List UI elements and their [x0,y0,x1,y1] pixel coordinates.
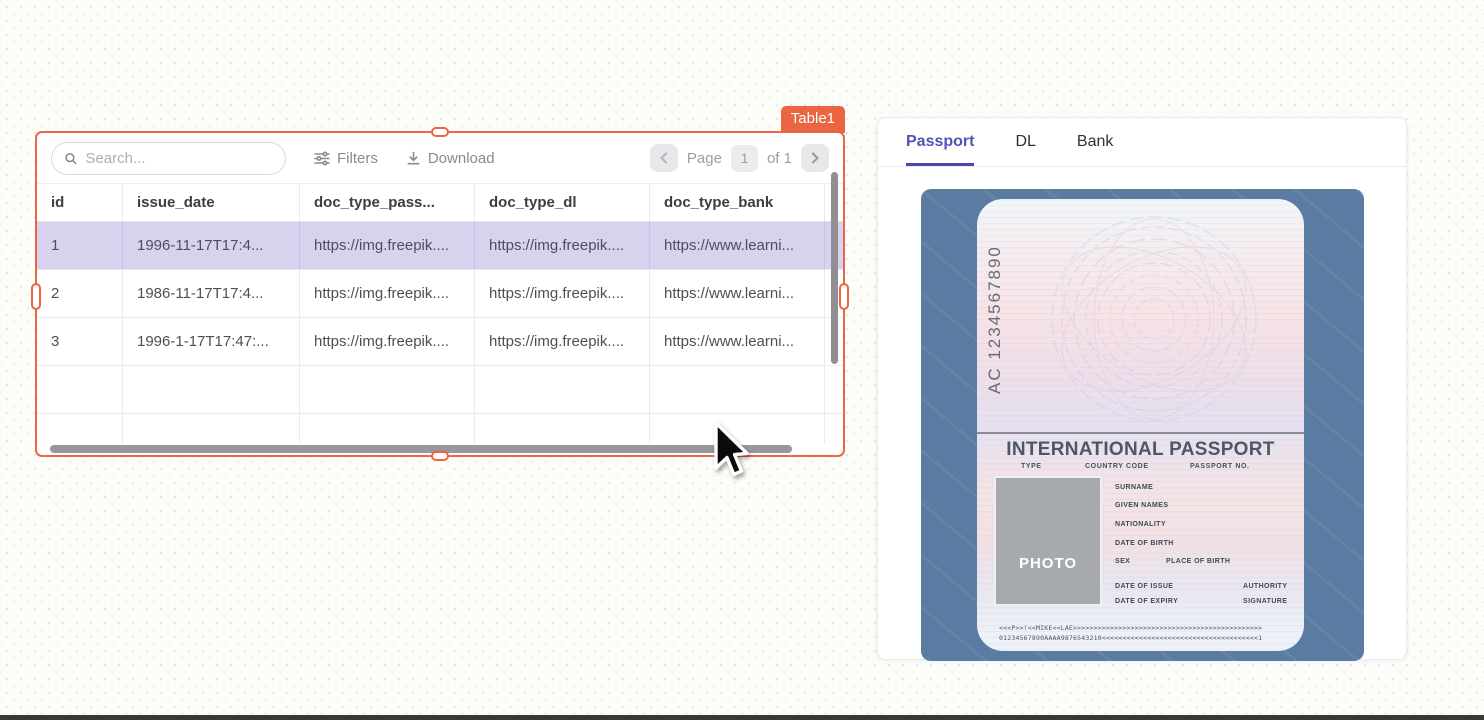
download-button[interactable]: Download [406,150,495,167]
table-row[interactable]: 1 1996-11-17T17:4... https://img.freepik… [37,222,843,270]
cell: https://www.learni... [650,222,825,269]
authority-label: AUTHORITY [1243,583,1287,590]
filters-label: Filters [337,150,378,167]
chevron-right-icon [810,152,820,164]
download-icon [406,151,421,166]
bottom-edge-bar [0,715,1484,720]
cell [825,414,843,444]
mrz-zone: <<<P>>!<<MIKE<<LAE>>>>>>>>>>>>>>>>>>>>>>… [999,623,1282,643]
cell [37,414,123,444]
cell [300,414,475,444]
table-toolbar: Filters Download Page of 1 [37,133,843,183]
resize-handle-right[interactable] [839,283,849,310]
nationality-label: NATIONALITY [1115,521,1166,528]
cell: https://www.learni... [650,270,825,317]
cell [37,366,123,413]
cell: 1986-11-17T17:4... [123,270,300,317]
search-input[interactable] [85,150,273,167]
cell [475,366,650,413]
pagination: Page of 1 [650,144,829,172]
header-row: id issue_date doc_type_pass... doc_type_… [37,184,843,222]
column-header-doc-type-pass[interactable]: doc_type_pass... [300,184,475,221]
filters-icon [314,151,330,166]
surname-label: SURNAME [1115,484,1153,491]
search-icon [64,151,77,166]
cell: https://www.learni... [650,318,825,365]
prev-page-button[interactable] [650,144,678,172]
page-of-label: of 1 [767,150,792,167]
table-row[interactable]: 2 1986-11-17T17:4... https://img.freepik… [37,270,843,318]
vertical-scrollbar[interactable] [831,172,838,364]
passport-image: AC 1234567890 INTERNATIONAL PASSPORT TYP… [921,189,1364,661]
download-label: Download [428,150,495,167]
search-box[interactable] [51,142,286,175]
empty-row [37,366,843,414]
cell [123,414,300,444]
document-preview-panel: Passport DL Bank AC [877,117,1407,660]
table-widget[interactable]: Table1 Filters Download [35,131,845,457]
cell: 2 [37,270,123,317]
cell: 1996-11-17T17:4... [123,222,300,269]
mrz-line-1: <<<P>>!<<MIKE<<LAE>>>>>>>>>>>>>>>>>>>>>>… [999,623,1282,633]
photo-placeholder: PHOTO [994,476,1102,606]
passport-serial-number: AC 1234567890 [985,217,1005,422]
date-of-issue-label: DATE OF ISSUE [1115,583,1173,590]
tab-passport[interactable]: Passport [906,133,974,166]
cell [650,366,825,413]
guilloche-rosette [1039,207,1269,432]
resize-handle-left[interactable] [31,283,41,310]
page-number-input[interactable] [731,145,758,172]
cell: https://img.freepik.... [475,222,650,269]
cell [300,366,475,413]
passport-no-label: PASSPORT NO. [1190,463,1250,470]
date-of-birth-label: DATE OF BIRTH [1115,540,1174,547]
tab-bank[interactable]: Bank [1077,133,1113,166]
chevron-left-icon [659,152,669,164]
cell: https://img.freepik.... [475,318,650,365]
signature-label: SIGNATURE [1243,598,1287,605]
tab-dl[interactable]: DL [1015,133,1035,166]
mrz-line-2: 01234567890AAAA9876543210<<<<<<<<<<<<<<<… [999,633,1282,643]
horizontal-scrollbar[interactable] [50,445,792,453]
column-header-doc-type-dl[interactable]: doc_type_dl [475,184,650,221]
passport-page: AC 1234567890 INTERNATIONAL PASSPORT TYP… [977,199,1304,651]
filters-button[interactable]: Filters [314,150,378,167]
column-header-issue-date[interactable]: issue_date [123,184,300,221]
passport-title: INTERNATIONAL PASSPORT [977,439,1304,461]
place-of-birth-label: PLACE OF BIRTH [1166,558,1230,565]
cell: https://img.freepik.... [475,270,650,317]
cell: 3 [37,318,123,365]
table-row[interactable]: 3 1996-1-17T17:47:... https://img.freepi… [37,318,843,366]
date-of-expiry-label: DATE OF EXPIRY [1115,598,1178,605]
sex-label: SEX [1115,558,1130,565]
cell: https://img.freepik.... [300,318,475,365]
cell: https://img.freepik.... [300,270,475,317]
cell: 1996-1-17T17:47:... [123,318,300,365]
type-label: TYPE [1021,463,1042,470]
mouse-cursor [707,420,749,487]
country-code-label: COUNTRY CODE [1085,463,1149,470]
cell [123,366,300,413]
resize-handle-top[interactable] [431,127,449,137]
tab-bar: Passport DL Bank [878,118,1406,167]
table-name-badge[interactable]: Table1 [781,106,845,133]
passport-divider [977,432,1304,434]
page-label: Page [687,150,722,167]
cell: https://img.freepik.... [300,222,475,269]
resize-handle-bottom[interactable] [431,451,449,461]
cell [475,414,650,444]
cell [825,366,843,413]
column-header-id[interactable]: id [37,184,123,221]
photo-label: PHOTO [1019,555,1077,572]
data-grid: id issue_date doc_type_pass... doc_type_… [37,183,843,444]
given-names-label: GIVEN NAMES [1115,502,1168,509]
next-page-button[interactable] [801,144,829,172]
cell: 1 [37,222,123,269]
column-header-doc-type-bank[interactable]: doc_type_bank [650,184,825,221]
